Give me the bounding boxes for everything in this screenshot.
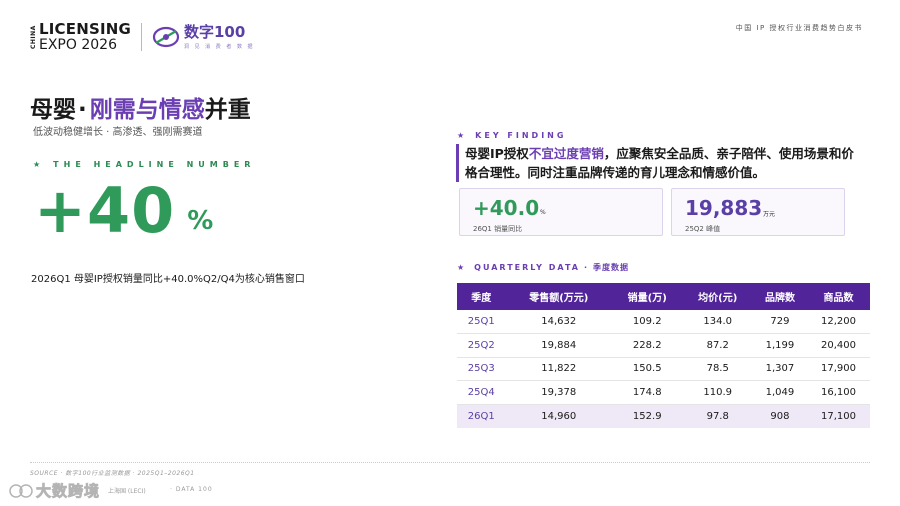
table-cell: 1,199 — [752, 333, 807, 358]
col-header: 品牌数 — [752, 283, 807, 310]
table-cell: 17,900 — [806, 357, 870, 381]
headline-unit: % — [187, 206, 214, 236]
brand-mark-icon — [152, 26, 180, 48]
key-finding-label: ★ KEY FINDING — [457, 131, 566, 140]
table-cell: 14,632 — [505, 310, 613, 334]
table-cell: 150.5 — [612, 357, 683, 381]
title-highlight: 刚需与情感 — [89, 97, 205, 123]
table-cell: 87.2 — [682, 333, 753, 358]
logo-china-text: CHINA — [30, 25, 37, 49]
footer-source: SOURCE · 数字100行业监测数据 · 2025Q1–2026Q1 — [30, 470, 195, 477]
star-icon: ★ — [33, 160, 46, 169]
table-cell: 228.2 — [612, 333, 683, 358]
headline-label-text: THE HEADLINE NUMBER — [53, 160, 256, 169]
table-cell: 1,307 — [752, 357, 807, 381]
kf-text-highlight: 不宜过度营销 — [528, 146, 604, 161]
table-cell: 908 — [752, 404, 807, 428]
watermark-logo-icon — [9, 483, 33, 498]
headline-number: +40 % — [34, 180, 213, 242]
table-cell: 17,100 — [806, 404, 870, 428]
table-cell: 26Q1 — [457, 404, 506, 428]
watermark-text: 大数跨境 — [36, 482, 101, 501]
title-dot: · — [78, 97, 87, 123]
star-icon: ★ — [457, 131, 468, 140]
report-title: 中国 IP 授权行业消费趋势白皮书 — [735, 24, 863, 32]
table-row: 25Q1 14,632 109.2 134.0 729 12,200 — [457, 310, 870, 334]
stat-card-value: 19,883 — [685, 196, 763, 220]
page-title: 母婴· 刚需与情感并重 — [30, 90, 251, 124]
col-header: 均价(元) — [682, 283, 753, 310]
table-cell: 20,400 — [806, 333, 870, 358]
table-cell: 19,378 — [505, 380, 613, 405]
brand-name: 数字100 — [184, 22, 246, 41]
stat-card-peak: 19,883 万元 25Q2 峰值 — [671, 188, 845, 236]
table-cell: 25Q1 — [457, 310, 506, 334]
table-cell: 110.9 — [682, 380, 753, 405]
footer-divider — [30, 462, 870, 463]
quarterly-label-cn: 季度数据 — [593, 263, 630, 272]
headline-caption: 2026Q1 母婴IP授权销量同比+40.0%Q2/Q4为核心销售窗口 — [31, 274, 305, 285]
key-finding-box: 母婴IP授权不宜过度营销，应聚焦安全品质、亲子陪伴、使用场景和价格合理性。同时注… — [456, 144, 866, 182]
table-cell: 729 — [752, 310, 807, 334]
table-cell: 78.5 — [682, 357, 753, 381]
stat-card-unit: 万元 — [763, 211, 776, 218]
logo-line2: EXPO 2026 — [39, 37, 117, 53]
headline-label: ★ THE HEADLINE NUMBER — [33, 160, 255, 169]
licensing-expo-logo: CHINA LICENSING EXPO 2026 数字100 洞 见 消 费 … — [30, 20, 255, 53]
col-header: 零售额(万元) — [505, 283, 613, 310]
table-cell: 19,884 — [505, 333, 613, 358]
footer-org: 上海国 (LECI) — [108, 488, 146, 495]
stat-card-yoy: +40.0 % 26Q1 销量同比 — [459, 188, 663, 236]
table-cell: 1,049 — [752, 380, 807, 405]
table-cell: 25Q2 — [457, 333, 506, 358]
table-cell: 14,960 — [505, 404, 613, 428]
table-cell: 152.9 — [612, 404, 683, 428]
table-cell: 134.0 — [682, 310, 753, 334]
quarterly-table: 季度 零售额(万元) 销量(万) 均价(元) 品牌数 商品数 25Q1 14,6… — [457, 283, 870, 428]
headline-value: +40 — [34, 174, 176, 247]
title-suffix: 并重 — [204, 97, 251, 123]
stat-card-caption: 26Q1 销量同比 — [473, 225, 523, 233]
brand-tagline: 洞 见 消 费 者 数 据 — [184, 43, 255, 50]
table-cell: 174.8 — [612, 380, 683, 405]
stat-card-caption: 25Q2 峰值 — [685, 225, 721, 233]
table-cell: 109.2 — [612, 310, 683, 334]
quarterly-label-sep: · — [583, 263, 590, 272]
stat-card-value: +40.0 — [473, 196, 540, 220]
title-prefix: 母婴 — [30, 97, 76, 123]
quarterly-label: ★ QUARTERLY DATA · 季度数据 — [457, 262, 629, 273]
page-subtitle: 低波动稳健增长 · 高渗透、强刚需赛道 — [33, 127, 203, 138]
kf-text-part1: 母婴IP授权 — [465, 146, 529, 161]
table-cell: 12,200 — [806, 310, 870, 334]
quarterly-label-text: QUARTERLY DATA — [474, 263, 580, 272]
col-header: 季度 — [457, 283, 506, 310]
table-cell: 25Q3 — [457, 357, 506, 381]
table-row: 25Q2 19,884 228.2 87.2 1,199 20,400 — [457, 333, 870, 358]
table-cell: 97.8 — [682, 404, 753, 428]
footer-page: · DATA 100 — [170, 486, 213, 493]
col-header: 商品数 — [806, 283, 870, 310]
brand-logo: 数字100 洞 见 消 费 者 数 据 — [152, 22, 255, 50]
stat-card-unit: % — [540, 209, 546, 216]
table-cell: 16,100 — [806, 380, 870, 405]
logo-divider — [141, 23, 142, 51]
table-row-highlight: 26Q1 14,960 152.9 97.8 908 17,100 — [457, 404, 870, 428]
table-cell: 11,822 — [505, 357, 613, 381]
key-finding-text: 母婴IP授权不宜过度营销，应聚焦安全品质、亲子陪伴、使用场景和价格合理性。同时注… — [465, 144, 866, 182]
table-header-row: 季度 零售额(万元) 销量(万) 均价(元) 品牌数 商品数 — [457, 283, 870, 310]
star-icon: ★ — [457, 263, 467, 272]
table-row: 25Q4 19,378 174.8 110.9 1,049 16,100 — [457, 380, 870, 405]
key-finding-label-text: KEY FINDING — [475, 131, 567, 140]
table-cell: 25Q4 — [457, 380, 506, 405]
table-row: 25Q3 11,822 150.5 78.5 1,307 17,900 — [457, 357, 870, 381]
col-header: 销量(万) — [612, 283, 683, 310]
watermark: 大数跨境 — [8, 480, 100, 501]
logo-line1: LICENSING — [39, 20, 131, 38]
